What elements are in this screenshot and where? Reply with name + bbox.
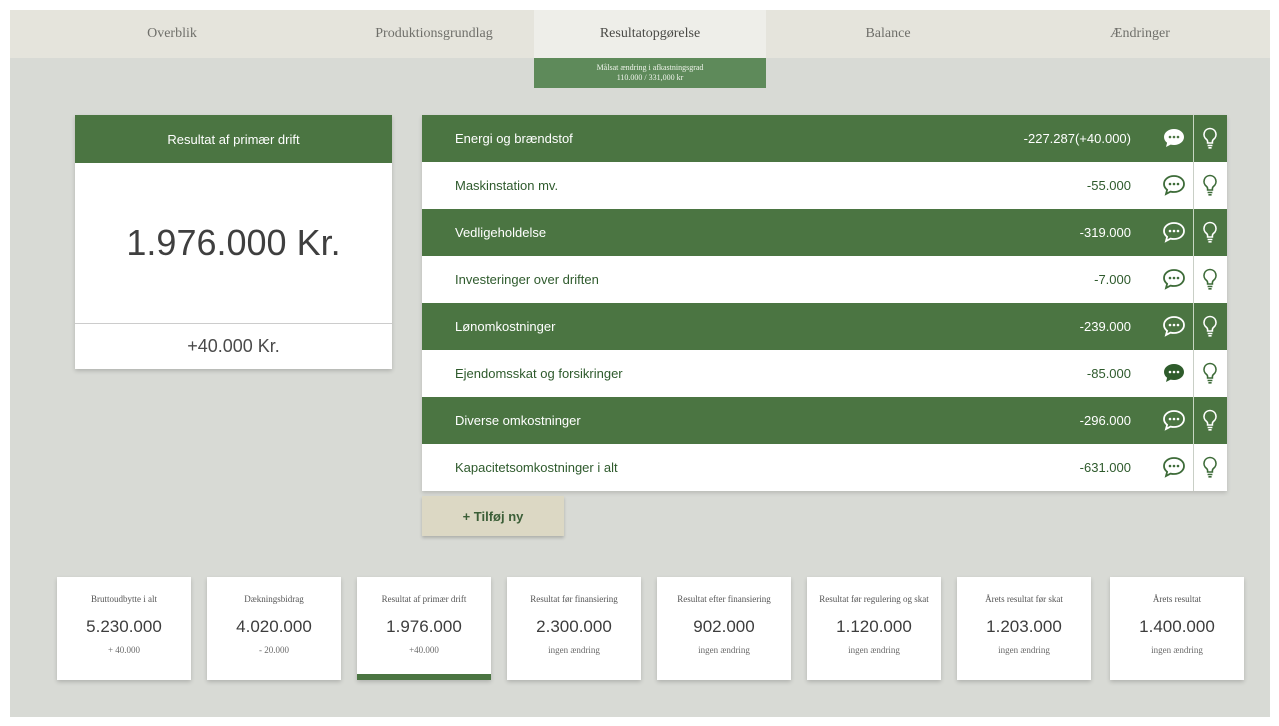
- primary-result-change: +40.000 Kr.: [187, 336, 280, 356]
- kpi-change: ingen ændring: [698, 645, 750, 655]
- banner-line-1: Målsat ændring i afkastningsgrad: [596, 63, 704, 72]
- comment-outline-icon[interactable]: [1162, 174, 1186, 196]
- kpi-change: ingen ændring: [1151, 645, 1203, 655]
- kpi-change: ingen ændring: [548, 645, 600, 655]
- kpi-card[interactable]: Resultat af primær drift 1.976.000 +40.000: [357, 577, 491, 680]
- add-new-button[interactable]: + Tilføj ny: [422, 496, 564, 536]
- tab-overblik[interactable]: Overblik: [10, 10, 334, 58]
- kpi-label: Årets resultat: [1152, 593, 1202, 604]
- comment-filled-icon[interactable]: [1162, 362, 1186, 384]
- cost-row[interactable]: Maskinstation mv. -55.000: [422, 162, 1227, 209]
- kpi-label: Resultat af primær drift: [381, 593, 467, 604]
- tab-produktionsgrundlag[interactable]: Produktionsgrundlag: [334, 10, 534, 58]
- kpi-label: Årets resultat før skat: [985, 593, 1063, 604]
- lightbulb-icon[interactable]: [1201, 314, 1219, 338]
- primary-result-card: Resultat af primær drift 1.976.000 Kr. +…: [75, 115, 392, 369]
- cost-row-label: Maskinstation mv.: [455, 178, 559, 193]
- cost-row-label: Diverse omkostninger: [455, 413, 581, 428]
- kpi-card[interactable]: Dækningsbidrag 4.020.000 - 20.000: [207, 577, 341, 680]
- banner-line-2: 110.000 / 331,000 kr: [616, 73, 684, 82]
- comment-outline-icon[interactable]: [1162, 409, 1186, 431]
- comment-outline-icon[interactable]: [1162, 268, 1186, 290]
- tab-resultatopgorelse[interactable]: Resultatopgørelse: [534, 10, 766, 58]
- kpi-value: 902.000: [693, 617, 755, 636]
- lightbulb-icon[interactable]: [1201, 267, 1219, 291]
- kpi-value: 1.120.000: [836, 617, 912, 636]
- kpi-label: Resultat før regulering og skat: [819, 593, 929, 604]
- row-separator: [1193, 115, 1194, 162]
- kpi-selected-indicator: [357, 674, 491, 680]
- kpi-card[interactable]: Årets resultat før skat 1.203.000 ingen æn…: [957, 577, 1091, 680]
- kpi-value: 1.976.000: [386, 617, 462, 636]
- lightbulb-icon[interactable]: [1201, 220, 1219, 244]
- primary-result-value: 1.976.000 Kr.: [126, 222, 341, 263]
- kpi-card[interactable]: Årets resultat 1.400.000 ingen ændring: [1110, 577, 1244, 680]
- lightbulb-icon[interactable]: [1201, 455, 1219, 479]
- row-separator: [1193, 350, 1194, 397]
- lightbulb-icon[interactable]: [1201, 126, 1219, 150]
- kpi-change: - 20.000: [259, 645, 289, 655]
- lightbulb-icon[interactable]: [1201, 408, 1219, 432]
- top-tab-bar: Overblik Produktionsgrundlag Resultatopg…: [10, 10, 1270, 58]
- lightbulb-icon[interactable]: [1201, 173, 1219, 197]
- kpi-value: 1.203.000: [986, 617, 1062, 636]
- cost-row[interactable]: Vedligeholdelse -319.000: [422, 209, 1227, 256]
- cost-row-label: Lønomkostninger: [455, 319, 556, 334]
- kpi-change: ingen ændring: [998, 645, 1050, 655]
- kpi-card[interactable]: Resultat før finansiering 2.300.000 ingen …: [507, 577, 641, 680]
- row-separator: [1193, 303, 1194, 350]
- cost-row-label: Vedligeholdelse: [455, 225, 547, 240]
- comment-filled-icon[interactable]: [1162, 127, 1186, 149]
- cost-row-amount: -227.287(+40.000): [1023, 131, 1131, 146]
- kpi-value: 5.230.000: [86, 617, 162, 636]
- app-canvas: Overblik Produktionsgrundlag Resultatopg…: [10, 10, 1270, 717]
- cost-row-amount: -7.000: [1094, 272, 1131, 287]
- cost-row-amount: -85.000: [1086, 366, 1131, 381]
- kpi-label: Dækningsbidrag: [244, 593, 304, 604]
- cost-row[interactable]: Kapacitetsomkostninger i alt -631.000: [422, 444, 1227, 491]
- cost-list: Energi og brændstof -227.287(+40.000) Mask…: [422, 115, 1227, 491]
- kpi-value: 1.400.000: [1139, 617, 1215, 636]
- cost-row-amount: -239.000: [1079, 319, 1131, 334]
- kpi-label: Resultat efter finansiering: [677, 593, 771, 604]
- kpi-change: + 40.000: [107, 645, 141, 655]
- cost-row-amount: -631.000: [1079, 460, 1131, 475]
- kpi-change: ingen ændring: [848, 645, 900, 655]
- kpi-label: Bruttoudbytte i alt: [91, 593, 157, 604]
- kpi-card[interactable]: Resultat efter finansiering 902.000 ingen …: [657, 577, 791, 680]
- kpi-change: +40.000: [409, 645, 439, 655]
- cost-row-label: Kapacitetsomkostninger i alt: [455, 460, 618, 475]
- lightbulb-icon[interactable]: [1201, 361, 1219, 385]
- primary-result-title: Resultat af primær drift: [75, 115, 392, 163]
- cost-row[interactable]: Diverse omkostninger -296.000: [422, 397, 1227, 444]
- cost-row-amount: -319.000: [1079, 225, 1131, 240]
- tab-aendringer[interactable]: Ændringer: [1010, 10, 1270, 58]
- cost-row-amount: -296.000: [1079, 413, 1131, 428]
- tab-balance[interactable]: Balance: [766, 10, 1010, 58]
- kpi-card[interactable]: Resultat før regulering og skat 1.120.000…: [807, 577, 941, 680]
- cost-row-label: Ejendomsskat og forsikringer: [455, 366, 623, 381]
- row-separator: [1193, 162, 1194, 209]
- row-separator: [1193, 256, 1194, 303]
- comment-outline-icon[interactable]: [1162, 221, 1186, 243]
- cost-row[interactable]: Investeringer over driften -7.000: [422, 256, 1227, 303]
- kpi-value: 2.300.000: [536, 617, 612, 636]
- cost-row[interactable]: Lønomkostninger -239.000: [422, 303, 1227, 350]
- comment-outline-icon[interactable]: [1162, 456, 1186, 478]
- row-separator: [1193, 444, 1194, 491]
- comment-outline-icon[interactable]: [1162, 315, 1186, 337]
- row-separator: [1193, 397, 1194, 444]
- cost-row[interactable]: Energi og brændstof -227.287(+40.000): [422, 115, 1227, 162]
- kpi-label: Resultat før finansiering: [530, 593, 618, 604]
- kpi-card[interactable]: Bruttoudbytte i alt 5.230.000 + 40.000: [57, 577, 191, 680]
- cost-row-amount: -55.000: [1086, 178, 1131, 193]
- cost-row-label: Investeringer over driften: [455, 272, 599, 287]
- row-separator: [1193, 209, 1194, 256]
- cost-row[interactable]: Ejendomsskat og forsikringer -85.000: [422, 350, 1227, 397]
- target-change-banner: Målsat ændring i afkastningsgrad 110.000…: [534, 58, 766, 88]
- kpi-value: 4.020.000: [236, 617, 312, 636]
- cost-row-label: Energi og brændstof: [455, 131, 573, 146]
